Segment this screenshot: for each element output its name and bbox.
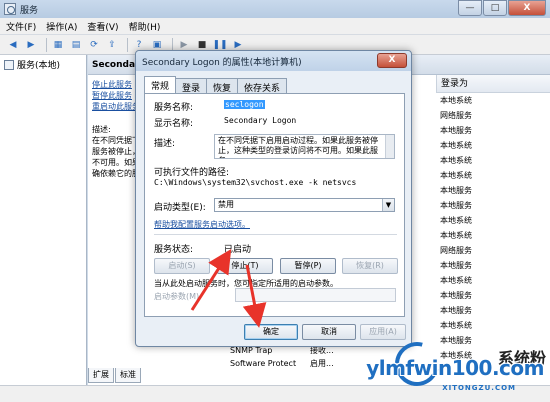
ok-button[interactable]: 确定 [244, 324, 298, 340]
tab-general[interactable]: 常规 [144, 76, 177, 93]
tab-recovery[interactable]: 恢复 [206, 78, 239, 94]
service-name-value[interactable]: seclogon [224, 100, 265, 109]
description-title: 描述: [92, 125, 111, 134]
service-desc: 启用... [310, 359, 334, 368]
general-tab-panel: 服务名称: seclogon 显示名称: Secondary Logon 描述:… [144, 93, 405, 317]
chevron-down-icon[interactable]: ▼ [382, 199, 394, 211]
start-button[interactable]: 启动(S) [154, 258, 210, 274]
description-label: 描述: [154, 139, 176, 149]
logon-as-cell[interactable]: 本地系统 [436, 273, 550, 288]
logon-as-cell[interactable]: 网络服务 [436, 108, 550, 123]
display-name-value[interactable]: Secondary Logon [224, 116, 296, 125]
dialog-tabs: 常规 登录 恢复 依存关系 [144, 76, 288, 94]
description-line: 在不同凭据下 [92, 136, 136, 145]
logon-as-cell[interactable]: 本地系统 [436, 153, 550, 168]
tree-pane: 服务(本地) [0, 55, 87, 388]
dialog-close-button[interactable]: X [377, 53, 407, 68]
description-line: 确依赖它的服 [92, 169, 136, 178]
logon-as-cell[interactable]: 网络服务 [436, 243, 550, 258]
watermark-sub: XITONGZU.COM [442, 384, 516, 392]
logon-as-cell[interactable]: 本地服务 [436, 258, 550, 273]
window-title: 服务 [20, 5, 39, 16]
tab-logon[interactable]: 登录 [175, 78, 208, 94]
tab-extended[interactable]: 扩展 [88, 368, 114, 383]
description-value: 在不同凭据下启用启动过程。如果此服务被停止，这种类型的登录访问将不可用。如果此服… [218, 136, 378, 158]
logon-as-cell[interactable]: 本地服务 [436, 198, 550, 213]
startup-type-select[interactable]: 禁用 ▼ [214, 198, 395, 212]
logon-as-cell[interactable]: 本地系统 [436, 318, 550, 333]
export-icon[interactable]: ⇪ [105, 38, 119, 52]
logon-as-cell[interactable]: 本地服务 [436, 183, 550, 198]
restart-service-link[interactable]: 重启动此服务 [92, 101, 136, 112]
menu-file[interactable]: 文件(F) [6, 20, 36, 33]
refresh-icon[interactable]: ⟳ [87, 38, 101, 52]
logon-as-cell[interactable]: 本地服务 [436, 288, 550, 303]
properties-dialog: Secondary Logon 的属性(本地计算机) X 常规 登录 恢复 依存… [135, 50, 412, 347]
resume-button[interactable]: 恢复(R) [342, 258, 398, 274]
tree-item-label: 服务(本地) [17, 61, 61, 71]
logon-as-cell[interactable]: 本地系统 [436, 93, 550, 108]
watermark-text: ylmfwin100.com [366, 356, 544, 380]
display-name-label: 显示名称: [154, 119, 194, 129]
stop-service-link[interactable]: 停止此服务 [92, 79, 132, 90]
description-pane: 停止此服务 暂停此服务 重启动此服务 描述: 在不同凭据下 服务被停止， 不可用… [88, 75, 136, 388]
minimize-button[interactable]: — [458, 0, 482, 16]
startup-type-value: 禁用 [218, 200, 234, 209]
cancel-button[interactable]: 取消 [302, 324, 356, 340]
logon-as-cell[interactable]: 本地系统 [436, 138, 550, 153]
logon-as-cell[interactable]: 本地系统 [436, 228, 550, 243]
apply-button[interactable]: 应用(A) [360, 324, 406, 340]
divider [154, 234, 397, 235]
back-icon[interactable]: ◀ [6, 38, 20, 52]
description-line: 服务被停止， [92, 147, 136, 156]
service-status-value: 已启动 [224, 245, 252, 255]
services-app-icon [4, 3, 16, 15]
exe-path-label: 可执行文件的路径: [154, 168, 230, 178]
toolbar-separator [46, 37, 47, 52]
maximize-button[interactable]: □ [483, 0, 507, 16]
forward-icon[interactable]: ▶ [24, 38, 38, 52]
tab-dependencies[interactable]: 依存关系 [237, 78, 288, 94]
startup-type-label: 启动类型(E): [154, 203, 206, 213]
pause-service-link[interactable]: 暂停此服务 [92, 90, 132, 101]
services-node-icon [4, 59, 14, 70]
background-service-rows: SNMP Trap 接收... Software Protect 启用... [230, 344, 350, 370]
logon-as-cell[interactable]: 本地系统 [436, 213, 550, 228]
exe-path-value[interactable]: C:\Windows\system32\svchost.exe -k netsv… [154, 178, 356, 187]
logon-as-column: 本地系统 网络服务 本地服务 本地系统 本地系统 本地系统 本地服务 本地服务 本地系统 本地系统… [436, 93, 550, 363]
show-tree-icon[interactable]: ▦ [51, 38, 65, 52]
menu-view[interactable]: 查看(V) [87, 20, 118, 33]
pause-button[interactable]: 暂停(P) [280, 258, 336, 274]
help-configure-link[interactable]: 帮助我配置服务启动选项。 [154, 219, 250, 230]
menu-help[interactable]: 帮助(H) [129, 20, 161, 33]
view-tabs: 扩展 标准 [88, 368, 288, 383]
tab-standard[interactable]: 标准 [115, 368, 141, 383]
column-header-logon-as[interactable]: 登录为 [436, 75, 550, 93]
logon-as-cell[interactable]: 本地服务 [436, 303, 550, 318]
logon-as-cell[interactable]: 本地系统 [436, 168, 550, 183]
menu-bar: 文件(F) 操作(A) 查看(V) 帮助(H) [0, 18, 550, 35]
description-line: 不可用。如果 [92, 158, 136, 167]
close-button[interactable]: X [508, 0, 546, 16]
dialog-title-bar: Secondary Logon 的属性(本地计算机) X [136, 51, 411, 71]
description-textbox[interactable]: 在不同凭据下启用启动过程。如果此服务被停止，这种类型的登录访问将不可用。如果此服… [214, 134, 395, 159]
console-icon[interactable]: ▤ [69, 38, 83, 52]
stop-button[interactable]: 停止(T) [217, 258, 273, 274]
service-name-label: 服务名称: [154, 103, 194, 113]
service-name-value-wrap: seclogon [224, 100, 265, 109]
title-bar: 服务 — □ X [0, 0, 550, 18]
start-params-label: 启动参数(M): [154, 292, 202, 301]
dialog-title: Secondary Logon 的属性(本地计算机) [142, 57, 302, 68]
tree-item-services-local[interactable]: 服务(本地) [0, 55, 86, 74]
toolbar-separator [127, 37, 128, 52]
window-controls: — □ X [457, 0, 546, 16]
logon-as-cell[interactable]: 本地服务 [436, 123, 550, 138]
start-params-input[interactable] [235, 288, 396, 302]
description-scrollbar[interactable] [385, 135, 394, 158]
menu-action[interactable]: 操作(A) [46, 20, 77, 33]
service-status-label: 服务状态: [154, 245, 194, 255]
